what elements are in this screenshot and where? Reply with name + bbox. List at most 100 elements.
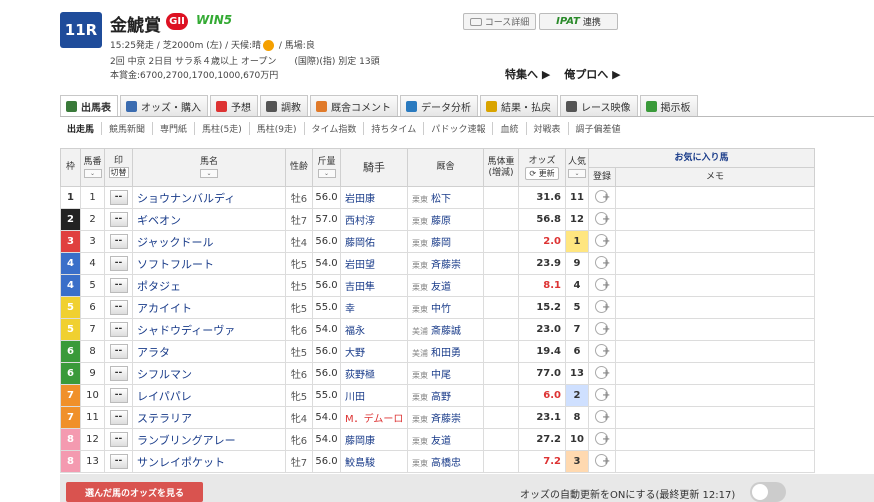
favorite-add-icon[interactable]: [594, 321, 610, 335]
trainer-link[interactable]: 松下: [431, 194, 451, 205]
horse-name-link[interactable]: シフルマン: [132, 362, 286, 385]
horse-name-link[interactable]: ランブリングアレー: [132, 428, 286, 451]
tab-1[interactable]: オッズ・購入: [120, 95, 208, 116]
mark-select[interactable]: --: [109, 366, 128, 381]
subtab-5[interactable]: タイム指数: [305, 122, 365, 135]
trainer-link[interactable]: 藤岡: [431, 238, 451, 249]
subtab-2[interactable]: 専門紙: [153, 122, 196, 135]
favorite-add-icon[interactable]: [594, 365, 610, 379]
horse-name-link[interactable]: ポタジェ: [132, 274, 286, 297]
trainer-link[interactable]: 高橋忠: [431, 458, 461, 469]
tab-3[interactable]: 調教: [260, 95, 308, 116]
memo-cell[interactable]: [615, 450, 815, 473]
sort-arrow-icon[interactable]: ⌄: [83, 168, 102, 178]
mark-select[interactable]: --: [109, 322, 128, 337]
favorite-add-icon[interactable]: [594, 255, 610, 269]
sort-arrow-icon[interactable]: ⌄: [317, 168, 336, 178]
col-weight[interactable]: 斤量 ⌄: [312, 148, 341, 187]
trainer-link[interactable]: 斉藤崇: [431, 414, 461, 425]
sort-arrow-icon[interactable]: ⌄: [568, 168, 586, 178]
jockey-link[interactable]: 福永: [340, 318, 408, 341]
mark-select[interactable]: --: [109, 300, 128, 315]
trainer-link[interactable]: 中尾: [431, 370, 451, 381]
subtab-3[interactable]: 馬柱(5走): [195, 122, 250, 135]
course-detail-button[interactable]: コース詳細: [463, 13, 536, 30]
favorite-add-icon[interactable]: [594, 189, 610, 203]
col-horse[interactable]: 馬名 ⌄: [132, 148, 286, 187]
col-umaban[interactable]: 馬番 ⌄: [80, 148, 105, 187]
horse-name-link[interactable]: ジャックドール: [132, 230, 286, 253]
memo-cell[interactable]: [615, 274, 815, 297]
mark-select[interactable]: --: [109, 256, 128, 271]
subtab-10[interactable]: 調子偏差値: [569, 122, 628, 135]
horse-name-link[interactable]: ステラリア: [132, 406, 286, 429]
feature-link[interactable]: 特集へ ▶: [505, 68, 550, 81]
mark-select[interactable]: --: [109, 432, 128, 447]
subtab-9[interactable]: 対戦表: [527, 122, 569, 135]
memo-cell[interactable]: [615, 384, 815, 407]
favorite-add-icon[interactable]: [594, 431, 610, 445]
sort-arrow-icon[interactable]: ⌄: [200, 168, 218, 178]
favorite-add-icon[interactable]: [594, 233, 610, 247]
horse-name-link[interactable]: アラタ: [132, 340, 286, 363]
horse-name-link[interactable]: ショウナンバルディ: [132, 186, 286, 209]
trainer-link[interactable]: 斉藤崇: [431, 260, 461, 271]
horse-name-link[interactable]: ギベオン: [132, 208, 286, 231]
trainer-link[interactable]: 斎藤誠: [431, 326, 461, 337]
jockey-link[interactable]: 藤岡康: [340, 428, 408, 451]
odds-update-button[interactable]: ⟳ 更新: [525, 166, 559, 180]
subtab-0[interactable]: 出走馬: [60, 122, 103, 135]
mark-select[interactable]: --: [109, 190, 128, 205]
mark-select[interactable]: --: [109, 410, 128, 425]
memo-cell[interactable]: [615, 186, 815, 209]
col-popularity[interactable]: 人気 ⌄: [565, 148, 589, 187]
horse-name-link[interactable]: ソフトフルート: [132, 252, 286, 275]
jockey-link[interactable]: 西村淳: [340, 208, 408, 231]
mark-select[interactable]: --: [109, 234, 128, 249]
tab-8[interactable]: 掲示板: [639, 95, 698, 116]
memo-cell[interactable]: [615, 406, 815, 429]
tab-0[interactable]: 出馬表: [60, 95, 118, 117]
memo-cell[interactable]: [615, 340, 815, 363]
jockey-link[interactable]: 大野: [340, 340, 408, 363]
favorite-add-icon[interactable]: [594, 343, 610, 357]
jockey-link[interactable]: 岩田望: [340, 252, 408, 275]
tab-4[interactable]: 厩舎コメント: [310, 95, 398, 116]
subtab-6[interactable]: 持ちタイム: [364, 122, 425, 135]
tab-6[interactable]: 結果・払戻: [480, 95, 558, 116]
favorite-add-icon[interactable]: [594, 409, 610, 423]
memo-cell[interactable]: [615, 230, 815, 253]
jockey-link[interactable]: 鮫島駿: [340, 450, 408, 473]
mark-toggle-button[interactable]: 切替: [108, 167, 129, 178]
tab-7[interactable]: レース映像: [560, 95, 638, 116]
selected-odds-button[interactable]: 選んだ馬のオッズを見る: [66, 482, 203, 502]
horse-name-link[interactable]: レイパパレ: [132, 384, 286, 407]
jockey-link[interactable]: 荻野極: [340, 362, 408, 385]
jockey-link[interactable]: M．デムーロ: [340, 406, 408, 429]
mark-select[interactable]: --: [109, 344, 128, 359]
trainer-link[interactable]: 友道: [431, 282, 451, 293]
pro-link[interactable]: 俺プロへ ▶: [564, 68, 620, 81]
favorite-add-icon[interactable]: [594, 211, 610, 225]
favorite-add-icon[interactable]: [594, 453, 610, 467]
memo-cell[interactable]: [615, 362, 815, 385]
tab-2[interactable]: 予想: [210, 95, 258, 116]
ipat-link-button[interactable]: IPAT 連携: [539, 13, 618, 30]
trainer-link[interactable]: 友道: [431, 436, 451, 447]
favorite-add-icon[interactable]: [594, 387, 610, 401]
horse-name-link[interactable]: サンレイポケット: [132, 450, 286, 473]
mark-select[interactable]: --: [109, 212, 128, 227]
jockey-link[interactable]: 川田: [340, 384, 408, 407]
auto-update-toggle[interactable]: [750, 482, 786, 502]
favorite-add-icon[interactable]: [594, 277, 610, 291]
horse-name-link[interactable]: シャドウディーヴァ: [132, 318, 286, 341]
trainer-link[interactable]: 藤原: [431, 216, 451, 227]
jockey-link[interactable]: 藤岡佑: [340, 230, 408, 253]
mark-select[interactable]: --: [109, 388, 128, 403]
subtab-1[interactable]: 競馬新聞: [102, 122, 154, 135]
horse-name-link[interactable]: アカイイト: [132, 296, 286, 319]
memo-cell[interactable]: [615, 428, 815, 451]
trainer-link[interactable]: 和田勇: [431, 348, 461, 359]
subtab-8[interactable]: 血統: [493, 122, 527, 135]
mark-select[interactable]: --: [109, 278, 128, 293]
